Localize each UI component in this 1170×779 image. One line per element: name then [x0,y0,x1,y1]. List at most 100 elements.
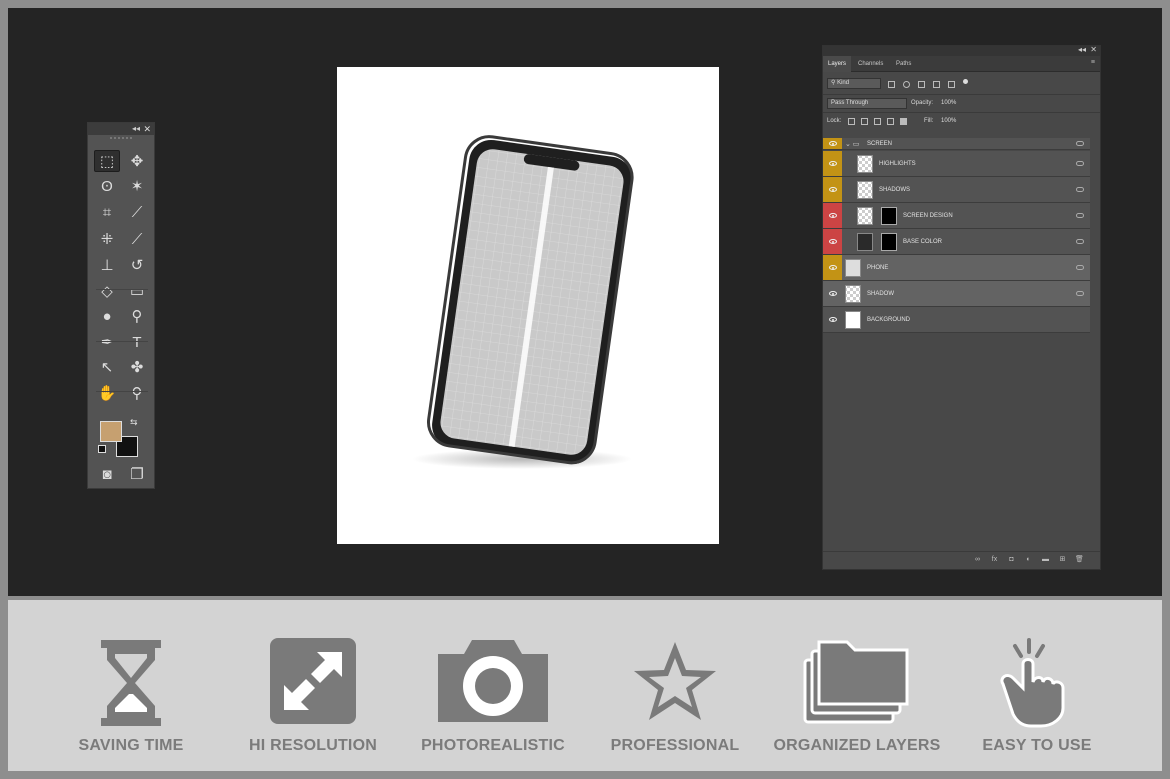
tools-panel[interactable]: ◂◂ ✕ ⬚ ✥ ʘ ✶ ⌗ ⟋ ⁜ ⟋ ⊥ ↺ ◇ ▭ ● ⚲ ✒ T ↖ ✤ ✋ ⚲ ◙ ❐ ⇆ [87,122,155,489]
layer-row[interactable]: BACKGROUND [823,307,1090,333]
dodge-tool-icon[interactable]: ⚲ [124,305,150,327]
feature-item: HI RESOLUTION [228,600,398,771]
foreground-color-swatch[interactable] [100,421,122,442]
feature-label: ORGANIZED LAYERS [773,737,941,754]
lock-transparent-icon[interactable] [848,118,855,125]
filter-pixel-icon[interactable] [888,81,895,88]
layer-name[interactable]: SHADOWS [879,177,910,203]
lock-pixels-icon[interactable] [861,118,868,125]
layer-filter-row: ⚲ Kind [823,76,1100,92]
layer-name[interactable]: SHADOW [867,281,894,307]
pen-tool-icon[interactable]: ✒ [94,331,120,353]
zoom-tool-icon[interactable]: ⚲ [124,382,150,404]
filter-type-icon[interactable] [918,81,925,88]
opacity-input[interactable]: 100% [937,98,969,109]
layer-row[interactable]: HIGHLIGHTS [823,151,1090,177]
collapse-icon[interactable]: ◂◂ [132,123,140,135]
layer-style-icon[interactable]: fx [990,555,999,564]
filter-toggle-icon[interactable] [963,79,968,84]
new-layer-icon[interactable]: ⊞ [1058,555,1067,564]
gradient-tool-icon[interactable]: ▭ [124,280,150,302]
close-icon[interactable]: ✕ [143,123,151,135]
visibility-toggle[interactable] [823,229,842,254]
eraser-tool-icon[interactable]: ◇ [94,280,120,302]
layer-row[interactable]: SCREEN DESIGN [823,203,1090,229]
visibility-toggle[interactable] [823,307,842,332]
filter-adjustment-icon[interactable] [903,81,910,88]
folder-icon[interactable]: ⌄ ▭ [845,140,859,148]
tab-paths[interactable]: Paths [891,56,916,72]
layers-panel[interactable]: ◂◂ ✕ Layers Channels Paths ≡ ⚲ Kind Pass… [822,45,1101,570]
hand-tool-icon[interactable]: ✋ [94,382,120,404]
screen-mode-icon[interactable]: ❐ [124,463,150,485]
path-selection-tool-icon[interactable]: ↖ [94,356,120,378]
layer-name[interactable]: BASE COLOR [903,229,942,255]
visibility-toggle[interactable] [823,151,842,176]
eye-icon [828,317,837,322]
blend-row: Pass Through Opacity: 100% [823,94,1100,110]
lock-position-icon[interactable] [874,118,881,125]
lock-artboard-icon[interactable] [887,118,894,125]
visibility-toggle[interactable] [823,203,842,228]
fill-input[interactable]: 100% [937,116,969,127]
lock-all-icon[interactable] [900,118,907,125]
search-icon: ⚲ [831,80,836,86]
photoshop-workspace: ◂◂ ✕ ⬚ ✥ ʘ ✶ ⌗ ⟋ ⁜ ⟋ ⊥ ↺ ◇ ▭ ● ⚲ ✒ T ↖ ✤ ✋ ⚲ ◙ ❐ ⇆ [8,8,1162,596]
filter-smart-object-icon[interactable] [948,81,955,88]
layer-row[interactable]: SHADOWS [823,177,1090,203]
tab-layers[interactable]: Layers [823,56,852,72]
feature-item: PROFESSIONAL [590,600,760,771]
layer-name[interactable]: PHONE [867,255,888,281]
quick-mask-icon[interactable]: ◙ [94,463,120,485]
document-canvas[interactable] [337,67,719,544]
close-icon[interactable]: ✕ [1090,45,1097,54]
layer-mask-thumbnail[interactable] [881,207,897,225]
shape-tool-icon[interactable]: ✤ [124,356,150,378]
feature-item: ORGANIZED LAYERS [772,600,942,771]
eyedropper-tool-icon[interactable]: ⟋ [124,201,150,223]
default-colors-icon[interactable] [98,445,106,453]
magic-wand-tool-icon[interactable]: ✶ [124,175,150,197]
add-mask-icon[interactable]: ◘ [1007,555,1016,564]
crop-tool-icon[interactable]: ⌗ [94,201,120,223]
features-strip: SAVING TIME HI RESOLUTION PHOTOREALISTIC PR… [8,600,1162,771]
brush-tool-icon[interactable]: ⟋ [124,228,150,250]
layer-name[interactable]: BACKGROUND [867,307,910,333]
layer-row[interactable]: PHONE [823,255,1090,281]
history-brush-tool-icon[interactable]: ↺ [124,254,150,276]
collapse-icon[interactable]: ◂◂ [1078,45,1086,54]
filter-shape-icon[interactable] [933,81,940,88]
eye-icon [828,239,837,244]
tools-panel-header[interactable]: ◂◂ ✕ [88,123,154,135]
swap-colors-icon[interactable]: ⇆ [130,417,138,428]
marquee-tool-icon[interactable]: ⬚ [94,150,120,172]
layer-name[interactable]: SCREEN DESIGN [903,203,953,229]
panel-titlebar[interactable]: ◂◂ ✕ [823,45,1100,56]
layer-row[interactable]: SHADOW [823,281,1090,307]
move-tool-icon[interactable]: ✥ [124,150,150,172]
blur-tool-icon[interactable]: ● [94,305,120,327]
filter-kind-select[interactable]: ⚲ Kind [827,78,881,89]
adjustment-layer-icon[interactable]: ◐ [1024,555,1033,564]
clone-stamp-tool-icon[interactable]: ⊥ [94,254,120,276]
lasso-tool-icon[interactable]: ʘ [94,175,120,197]
layer-row[interactable]: ⌄ ▭ SCREEN [823,138,1090,150]
layer-mask-thumbnail[interactable] [881,233,897,251]
new-group-icon[interactable]: ▬ [1041,555,1050,564]
layer-name[interactable]: HIGHLIGHTS [879,151,916,177]
link-layers-icon[interactable]: ∞ [973,555,982,564]
panel-tabs: Layers Channels Paths ≡ [823,56,1100,72]
panel-grip[interactable] [110,137,132,143]
layer-name[interactable]: SCREEN [867,138,892,150]
blend-mode-select[interactable]: Pass Through [827,98,907,109]
visibility-toggle[interactable] [823,255,842,280]
visibility-toggle[interactable] [823,138,842,149]
panel-menu-icon[interactable]: ≡ [1091,59,1095,66]
layer-row[interactable]: BASE COLOR [823,229,1090,255]
delete-layer-icon[interactable]: 🗑 [1075,555,1084,564]
tab-channels[interactable]: Channels [853,56,888,72]
visibility-toggle[interactable] [823,281,842,306]
type-tool-icon[interactable]: T [124,331,150,353]
healing-brush-tool-icon[interactable]: ⁜ [94,228,120,250]
visibility-toggle[interactable] [823,177,842,202]
